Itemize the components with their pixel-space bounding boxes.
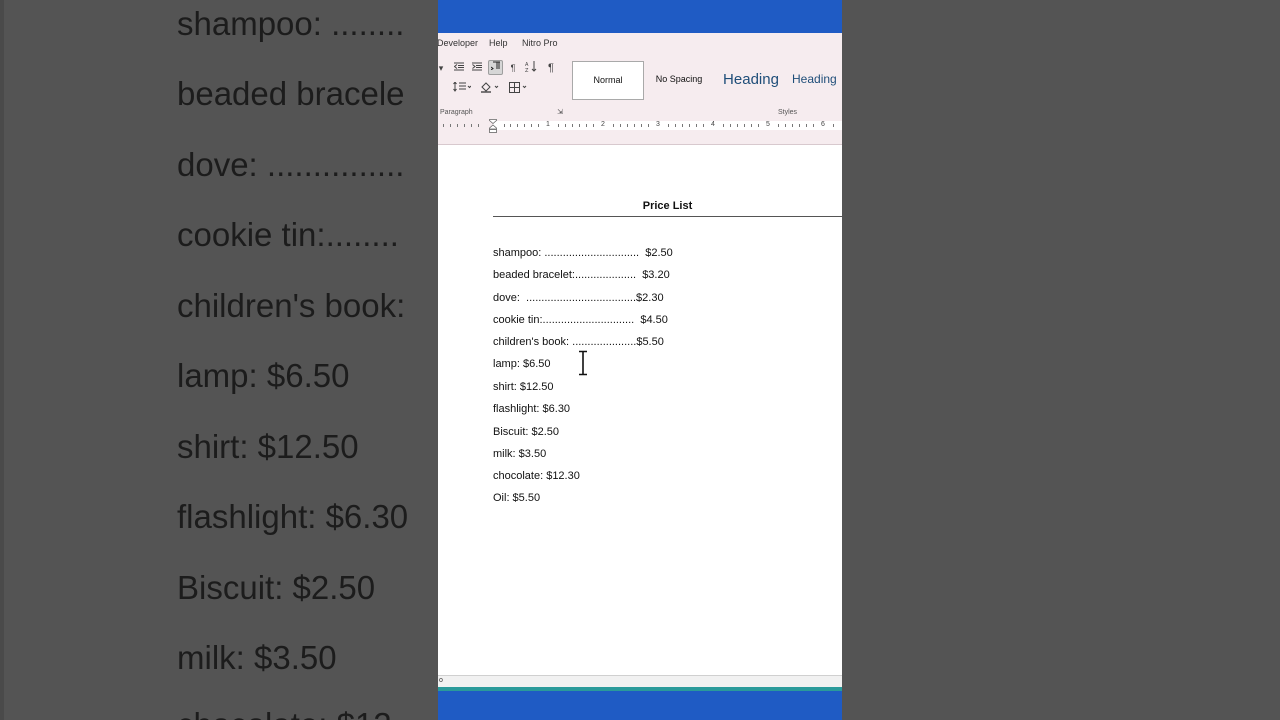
price-list-item: children's book: .....................$5…	[493, 336, 664, 348]
price-list-item: flashlight: $6.30	[493, 403, 571, 415]
title-bar	[438, 0, 842, 33]
background-zoom-right	[842, 0, 1280, 720]
ruler-number: 4	[711, 121, 715, 128]
background-line: cookie tin:........	[177, 216, 399, 253]
menu-help[interactable]: Help	[489, 38, 508, 48]
ribbon: ▾ ¶ AZ ¶ Paragraph ⇲ Normal No Spacing H…	[438, 52, 842, 119]
background-line: chocolate: $12	[177, 706, 392, 720]
style-heading2[interactable]: Heading	[792, 61, 842, 98]
price-list-item: cookie tin:.............................…	[493, 314, 668, 326]
background-line: Biscuit: $2.50	[177, 569, 376, 606]
style-no-spacing[interactable]: No Spacing	[650, 61, 708, 98]
ruler-number: 1	[546, 121, 550, 128]
shading-icon[interactable]	[480, 82, 502, 96]
svg-text:Z: Z	[525, 68, 529, 72]
indent-marker-icon[interactable]	[489, 119, 497, 133]
horizontal-ruler[interactable]: 1 2 3 4 5 6	[438, 118, 842, 135]
bottom-bar	[438, 691, 842, 720]
borders-icon[interactable]	[508, 82, 530, 96]
price-list-item: chocolate: $12.30	[493, 470, 580, 482]
background-line: shirt: $12.50	[177, 428, 359, 465]
left-to-right-icon[interactable]	[488, 60, 503, 75]
price-list-item: beaded bracelet:.................... $3.…	[493, 269, 670, 281]
status-text: o	[439, 677, 443, 684]
price-list-item: dove: ..................................…	[493, 292, 664, 304]
line-spacing-icon[interactable]	[452, 81, 472, 96]
right-to-left-icon[interactable]: ¶	[506, 61, 520, 75]
menu-bar: Developer Help Nitro Pro	[438, 33, 842, 52]
title-underline	[493, 216, 842, 217]
price-list-item: Biscuit: $2.50	[493, 426, 560, 438]
price-list-item: shampoo: ...............................…	[493, 247, 673, 259]
ruler-number: 5	[766, 121, 770, 128]
ruler-number: 3	[656, 121, 660, 128]
background-zoom-left: shampoo: ........ beaded bracele dove: .…	[0, 0, 439, 720]
style-normal[interactable]: Normal	[572, 61, 644, 100]
price-list-item: Oil: $5.50	[493, 492, 541, 504]
background-line: milk: $3.50	[177, 639, 337, 676]
price-list-item: lamp: $6.50	[493, 358, 551, 370]
text-cursor-icon	[579, 350, 587, 376]
ruler-margin-strip	[438, 135, 842, 145]
sort-icon[interactable]: AZ	[524, 61, 538, 75]
decrease-indent-icon[interactable]	[452, 61, 466, 75]
ruler-number: 6	[821, 121, 825, 128]
price-list-item: shirt: $12.50	[493, 381, 554, 393]
background-line: lamp: $6.50	[177, 357, 350, 394]
background-line: flashlight: $6.30	[177, 498, 409, 535]
background-line: dove: ...............	[177, 146, 405, 183]
price-list-item: milk: $3.50	[493, 448, 547, 460]
document-page[interactable]: Price List shampoo: ....................…	[438, 145, 842, 675]
background-line: beaded bracele	[177, 75, 405, 112]
menu-nitro-pro[interactable]: Nitro Pro	[522, 38, 558, 48]
ruler-number: 2	[601, 121, 605, 128]
style-heading1[interactable]: Heading	[716, 61, 786, 98]
show-formatting-icon[interactable]: ¶	[544, 61, 558, 75]
increase-indent-icon[interactable]	[470, 61, 484, 75]
background-line: children's book:	[177, 287, 406, 324]
document-title: Price List	[642, 200, 693, 212]
paragraph-group-label: Paragraph	[440, 109, 473, 116]
word-window: Developer Help Nitro Pro ▾ ¶ AZ ¶ Paragr…	[438, 0, 842, 720]
styles-group-label: Styles	[778, 109, 798, 116]
background-line: shampoo: ........	[177, 5, 405, 42]
dropdown-arrow-icon[interactable]: ▾	[438, 61, 448, 75]
menu-developer[interactable]: Developer	[438, 38, 478, 48]
